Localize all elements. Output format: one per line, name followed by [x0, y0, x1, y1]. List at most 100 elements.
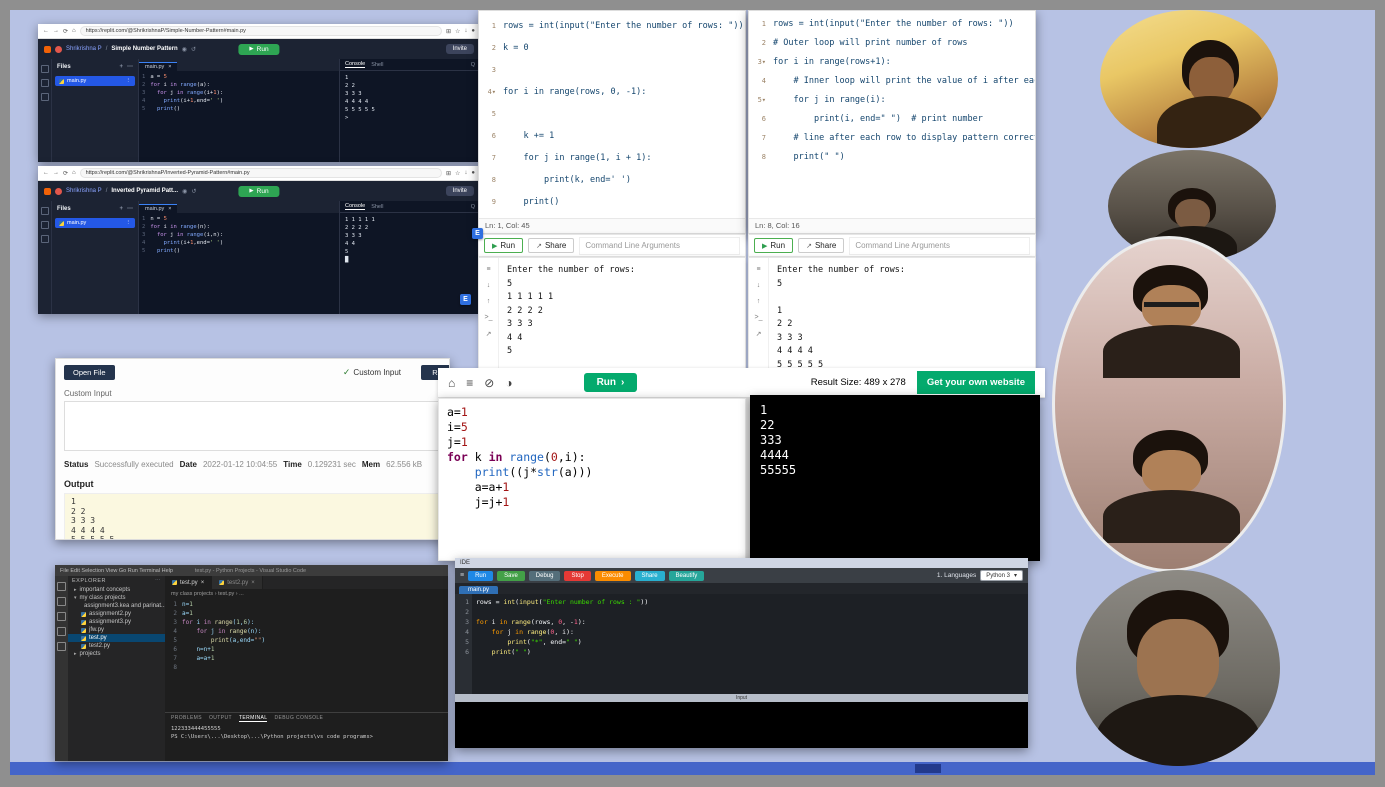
- run-button[interactable]: ▶Run: [238, 186, 279, 197]
- tree-file[interactable]: assignment3.py: [68, 618, 165, 626]
- tree-folder[interactable]: ▸important concepts: [68, 586, 165, 594]
- forward-icon[interactable]: →: [53, 28, 59, 34]
- file-item-mainpy[interactable]: main.py⋮: [55, 76, 135, 86]
- extensions-icon[interactable]: ⊞: [446, 170, 451, 177]
- terminal-icon[interactable]: >_: [755, 314, 763, 321]
- files-rail-icon[interactable]: [41, 207, 49, 215]
- tree-file[interactable]: assignment3.kea and parinat...: [68, 602, 165, 610]
- back-icon[interactable]: ←: [43, 170, 49, 176]
- command-line-arguments-input[interactable]: [579, 237, 740, 255]
- close-icon[interactable]: ×: [168, 64, 171, 70]
- packages-rail-icon[interactable]: [41, 235, 49, 243]
- home-icon[interactable]: ⌂: [448, 376, 455, 390]
- menu-bar[interactable]: File Edit Selection View Go Run Terminal…: [60, 568, 173, 574]
- menu-icon[interactable]: ≡: [466, 376, 473, 390]
- tree-file[interactable]: test2.py: [68, 642, 165, 650]
- forward-icon[interactable]: →: [53, 170, 59, 176]
- editor-tab-mainpy[interactable]: main.py×: [139, 204, 177, 213]
- invite-button[interactable]: Invite: [446, 186, 474, 196]
- tab-console[interactable]: Console: [345, 61, 365, 68]
- editor-tab-mainpy[interactable]: main.py×: [139, 62, 177, 71]
- close-icon[interactable]: ×: [201, 580, 205, 586]
- breadcrumb[interactable]: my class projects › test.py › ...: [165, 589, 448, 598]
- menu-icon[interactable]: ≡: [756, 266, 760, 273]
- language-select[interactable]: Python 3▾: [980, 570, 1023, 581]
- tools-rail-icon[interactable]: [41, 79, 49, 87]
- custom-input-checkbox[interactable]: ✓Custom Input: [343, 367, 401, 378]
- extensions-icon[interactable]: [57, 642, 66, 651]
- search-icon[interactable]: Q: [471, 62, 475, 68]
- back-icon[interactable]: ←: [43, 28, 49, 34]
- open-file-button[interactable]: Open File: [64, 365, 115, 380]
- code-editor[interactable]: n=1 a=1 for i in range(1,6): for j in ra…: [179, 598, 265, 712]
- terminal-icon[interactable]: >_: [485, 314, 493, 321]
- code-editor[interactable]: a=1 i=5 j=1 for k in range(0,i): print((…: [439, 399, 745, 516]
- tab-test2py[interactable]: test2.py×: [212, 576, 263, 589]
- share-button[interactable]: Share: [635, 571, 665, 581]
- visibility-icon[interactable]: ◉: [182, 46, 187, 53]
- code-editor[interactable]: rows = int(input("Enter number of rows :…: [472, 594, 648, 694]
- ide-console[interactable]: [455, 702, 1028, 748]
- code-editor[interactable]: rows = int(input("Enter the number of ro…: [769, 11, 1035, 218]
- run-button[interactable]: ▶Run: [754, 238, 793, 253]
- taskbar-item[interactable]: [915, 764, 941, 773]
- custom-input-area[interactable]: [64, 401, 441, 451]
- avatar[interactable]: [55, 188, 62, 195]
- project-title[interactable]: Inverted Pyramid Patt...: [111, 188, 178, 194]
- beautify-button[interactable]: Beautify: [669, 571, 705, 581]
- dark-mode-icon[interactable]: ◑: [505, 376, 512, 390]
- reload-icon[interactable]: ⟳: [63, 28, 68, 35]
- run-button[interactable]: Run›: [584, 373, 638, 392]
- replit-logo-icon[interactable]: [44, 188, 51, 195]
- tab-shell[interactable]: Shell: [371, 62, 383, 68]
- replit-logo-icon[interactable]: [44, 46, 51, 53]
- share-button[interactable]: ↗Share: [798, 238, 844, 253]
- home-icon[interactable]: ⌂: [72, 170, 76, 176]
- file-menu-icon[interactable]: ⋮: [126, 78, 132, 84]
- code-editor[interactable]: n = 5 for i in range(n): for j in range(…: [148, 213, 225, 314]
- terminal-output[interactable]: 122333444455555 PS C:\Users\...\Desktop\…: [165, 723, 448, 761]
- project-owner[interactable]: Shrikrishna P: [66, 188, 102, 194]
- extensions-icon[interactable]: ⊞: [446, 28, 451, 35]
- input-splitter[interactable]: Input: [455, 694, 1028, 702]
- file-menu-icon[interactable]: ⋮: [126, 220, 132, 226]
- source-control-icon[interactable]: [57, 612, 66, 621]
- no-style-icon[interactable]: ⊘: [484, 376, 494, 390]
- add-file-icon[interactable]: +: [119, 206, 123, 212]
- expand-icon[interactable]: ↗: [756, 330, 762, 338]
- packages-rail-icon[interactable]: [41, 93, 49, 101]
- expand-icon[interactable]: ↗: [486, 330, 492, 338]
- add-file-icon[interactable]: +: [119, 64, 123, 70]
- tab-testpy[interactable]: test.py×: [165, 576, 212, 589]
- visibility-icon[interactable]: ◉: [182, 188, 187, 195]
- code-editor[interactable]: a = 5 for i in range(a): for j in range(…: [148, 71, 225, 162]
- url-bar[interactable]: https://replit.com/@ShrikrishnaP/Simple-…: [80, 26, 442, 36]
- tab-problems[interactable]: PROBLEMS: [171, 715, 202, 721]
- invite-button[interactable]: Invite: [446, 44, 474, 54]
- save-button[interactable]: Save: [497, 571, 525, 581]
- files-rail-icon[interactable]: [41, 65, 49, 73]
- close-icon[interactable]: ×: [168, 206, 171, 212]
- run-button[interactable]: ▶Run: [238, 44, 279, 55]
- upload-icon[interactable]: ↑: [757, 298, 761, 305]
- download-icon[interactable]: ↓: [464, 170, 467, 176]
- tab-console[interactable]: Console: [345, 203, 365, 210]
- more-icon[interactable]: ⋯: [127, 63, 133, 70]
- search-icon[interactable]: Q: [471, 204, 475, 210]
- debug-icon[interactable]: [57, 627, 66, 636]
- explorer-icon[interactable]: [57, 582, 66, 591]
- command-line-arguments-input[interactable]: [849, 237, 1030, 255]
- floating-badge[interactable]: E: [460, 294, 471, 305]
- profile-icon[interactable]: ●: [471, 170, 475, 176]
- url-bar[interactable]: https://replit.com/@ShrikrishnaP/Inverte…: [80, 168, 442, 178]
- tab-mainpy[interactable]: main.py: [459, 586, 498, 594]
- history-icon[interactable]: ↺: [191, 188, 196, 195]
- more-icon[interactable]: ⋯: [127, 205, 133, 212]
- execute-button[interactable]: Execute: [595, 571, 631, 581]
- reload-icon[interactable]: ⟳: [63, 170, 68, 177]
- tree-file[interactable]: jfw.py: [68, 626, 165, 634]
- share-button[interactable]: ↗Share: [528, 238, 574, 253]
- search-icon[interactable]: [57, 597, 66, 606]
- tab-terminal[interactable]: TERMINAL: [239, 715, 267, 722]
- close-icon[interactable]: ×: [251, 580, 255, 586]
